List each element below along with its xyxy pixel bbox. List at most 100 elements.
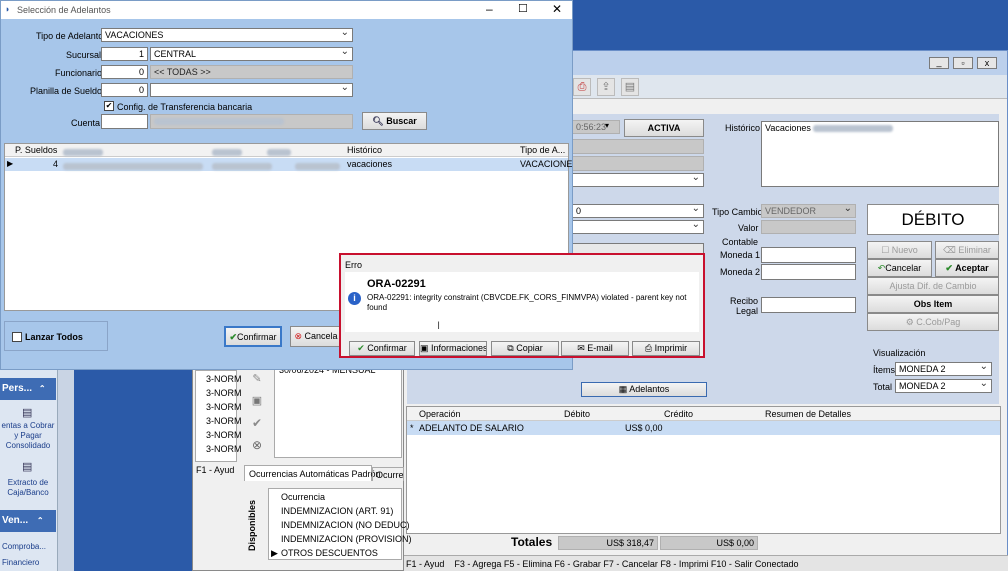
list-item[interactable]: INDEMNIZACION (NO DEDUC) bbox=[281, 520, 410, 530]
list-item[interactable]: 3-NORM bbox=[206, 416, 242, 426]
debito-title: DÉBITO bbox=[867, 204, 999, 235]
error-informaciones-button[interactable]: ▣ Informaciones bbox=[419, 341, 487, 356]
nuevo-button[interactable]: ☐ Nuevo bbox=[867, 241, 932, 259]
list-item[interactable]: 3-NORM bbox=[206, 444, 242, 454]
printer-icon[interactable]: ⎙ bbox=[573, 78, 591, 96]
total-label: Total bbox=[873, 382, 893, 392]
save-icon[interactable]: ▣ bbox=[248, 394, 266, 410]
left-nav: Pers... ⌃ ▤ entas a Cobrar y Pagar Conso… bbox=[0, 370, 58, 571]
ven-header[interactable]: Ven... ⌃ bbox=[0, 510, 56, 532]
list-item[interactable]: INDEMNIZACION (PROVISION) bbox=[281, 534, 412, 544]
tab-ocurrencias-auto[interactable]: Ocurrencias Automáticas Padrón bbox=[244, 465, 381, 481]
contable-label: Contable bbox=[722, 237, 759, 247]
col-resumen[interactable]: Resumen de Detalles bbox=[765, 409, 851, 419]
list-item[interactable]: OTROS DESCUENTOS bbox=[281, 548, 378, 558]
calc-icon[interactable]: ▤ bbox=[621, 78, 639, 96]
list-item[interactable]: 3-NORM bbox=[206, 402, 242, 412]
planilla-select[interactable] bbox=[150, 83, 353, 97]
dialog-titlebar: ◗ Selección de Adelantos – ☐ ✕ bbox=[1, 1, 572, 19]
buscar-button[interactable]: 🔍︎ Buscar bbox=[362, 112, 427, 130]
pers-header[interactable]: Pers... ⌃ bbox=[0, 378, 56, 400]
tab-ocurre[interactable]: Ocurre bbox=[372, 467, 404, 481]
adelantos-button[interactable]: ▦ Adelantos bbox=[581, 382, 707, 397]
cancel-icon[interactable]: ⊗ bbox=[248, 438, 266, 454]
export-icon[interactable]: ⇪ bbox=[597, 78, 615, 96]
list-item[interactable]: 3-NORM bbox=[206, 374, 242, 384]
col-credito[interactable]: Crédito bbox=[664, 409, 693, 419]
moneda1-field[interactable] bbox=[761, 247, 856, 263]
copy-icon: ⧉ bbox=[507, 343, 514, 353]
planilla-code[interactable]: 0 bbox=[101, 83, 148, 97]
nav-item-extracto[interactable]: Extracto de Caja/Banco bbox=[0, 478, 56, 498]
eliminar-button[interactable]: ⌫ Eliminar bbox=[935, 241, 999, 259]
time-dropdown-icon[interactable]: ▾ bbox=[605, 121, 609, 130]
edit-icon[interactable]: ✎ bbox=[248, 372, 266, 388]
ccob-button[interactable]: ⚙ C.Cob/Pag bbox=[867, 313, 999, 331]
minimize-icon[interactable]: _ bbox=[929, 57, 949, 69]
confirmar-button[interactable]: ✔Confirmar bbox=[224, 326, 282, 347]
combo-blank[interactable] bbox=[572, 220, 704, 234]
valor-field bbox=[761, 220, 856, 234]
tipo-cambio-label: Tipo Cambio bbox=[712, 207, 763, 217]
table-row[interactable]: * ADELANTO DE SALARIO US$ 0,00 bbox=[407, 421, 1000, 435]
printer-icon: ⎙ bbox=[644, 343, 653, 353]
check-icon[interactable]: ✔ bbox=[248, 416, 266, 432]
col-tipo[interactable]: Tipo de A... bbox=[520, 145, 565, 155]
nav-item-financiero[interactable]: Financiero bbox=[2, 558, 39, 567]
tipo-cambio-select[interactable]: VENDEDOR bbox=[761, 204, 856, 218]
ajusta-button[interactable]: Ajusta Dif. de Cambio bbox=[867, 277, 999, 295]
historico-text[interactable]: Vacaciones bbox=[761, 121, 999, 187]
sucursal-code[interactable]: 1 bbox=[101, 47, 148, 61]
recibo-label: Recibo Legal bbox=[730, 296, 759, 316]
visualizacion-label: Visualización bbox=[873, 348, 926, 358]
table-row[interactable]: ▶ 4 vacaciones VACACIONE bbox=[5, 158, 572, 171]
list-item[interactable]: 3-NORM bbox=[206, 430, 242, 440]
mid-f1: F1 - Ayud bbox=[196, 465, 235, 475]
row-p-sueldos: 4 bbox=[53, 159, 59, 169]
error-imprimir-button[interactable]: ⎙ Imprimir bbox=[632, 341, 700, 356]
restore-icon[interactable]: ▫ bbox=[953, 57, 973, 69]
time-field: 0:56:23 bbox=[572, 120, 620, 134]
total-select[interactable]: MONEDA 2 bbox=[895, 379, 992, 393]
combo-zero[interactable]: 0 bbox=[572, 204, 704, 218]
minimize-icon[interactable]: – bbox=[486, 2, 493, 16]
nav-item-ventas[interactable]: entas a Cobrar y Pagar Consolidado bbox=[0, 421, 56, 451]
nav-item-comproba[interactable]: Comproba... bbox=[2, 542, 46, 551]
error-confirmar-button[interactable]: ✔ Confirmar bbox=[349, 341, 415, 356]
funcionario-code[interactable]: 0 bbox=[101, 65, 148, 79]
maximize-icon[interactable]: ☐ bbox=[518, 2, 528, 15]
mid-list: 3-NORM 3-NORM 3-NORM 3-NORM 3-NORM 3-NOR… bbox=[195, 370, 242, 462]
aceptar-main-button[interactable]: ✔ Aceptar bbox=[935, 259, 999, 277]
email-icon: ✉ bbox=[577, 343, 585, 353]
collapse-icon: ⌃ bbox=[38, 384, 46, 393]
list-item[interactable]: INDEMNIZACION (ART. 91) bbox=[281, 506, 393, 516]
col-historico[interactable]: Histórico bbox=[347, 145, 382, 155]
row-pointer-icon: ▶ bbox=[271, 548, 278, 558]
recibo-field[interactable] bbox=[761, 297, 856, 313]
items-select[interactable]: MONEDA 2 bbox=[895, 362, 992, 376]
cancelar-dialog-button[interactable]: ⊗ Cancela bbox=[290, 326, 342, 347]
cuenta-code[interactable] bbox=[101, 114, 148, 129]
cancelar-main-button[interactable]: ↶Cancelar bbox=[867, 259, 932, 277]
error-email-button[interactable]: ✉ E-mail bbox=[561, 341, 629, 356]
lanzar-checkbox[interactable] bbox=[12, 332, 22, 342]
nav-splitter[interactable] bbox=[58, 370, 74, 571]
combo-empty[interactable] bbox=[572, 173, 704, 187]
error-code: ORA-02291 bbox=[367, 278, 426, 290]
col-p-sueldos[interactable]: P. Sueldos bbox=[15, 145, 57, 155]
error-copiar-button[interactable]: ⧉ Copiar bbox=[491, 341, 559, 356]
col-operacion[interactable]: Operación bbox=[419, 409, 461, 419]
tipo-select[interactable]: VACACIONES bbox=[101, 28, 353, 42]
funcionario-label: Funcionario bbox=[55, 68, 103, 78]
col-debito[interactable]: Débito bbox=[564, 409, 590, 419]
config-checkbox[interactable]: ✔ bbox=[104, 101, 114, 111]
list-item[interactable]: 3-NORM bbox=[206, 388, 242, 398]
obs-item-button[interactable]: Obs Item bbox=[867, 295, 999, 313]
report-icon: ▤ bbox=[22, 461, 33, 473]
moneda2-field[interactable] bbox=[761, 264, 856, 280]
ocurrencia-header: Ocurrencia bbox=[281, 492, 326, 502]
close-icon[interactable]: x bbox=[977, 57, 997, 69]
close-icon[interactable]: ✕ bbox=[552, 2, 562, 16]
sucursal-select[interactable]: CENTRAL bbox=[150, 47, 353, 61]
totales-debito: US$ 318,47 bbox=[558, 536, 658, 550]
